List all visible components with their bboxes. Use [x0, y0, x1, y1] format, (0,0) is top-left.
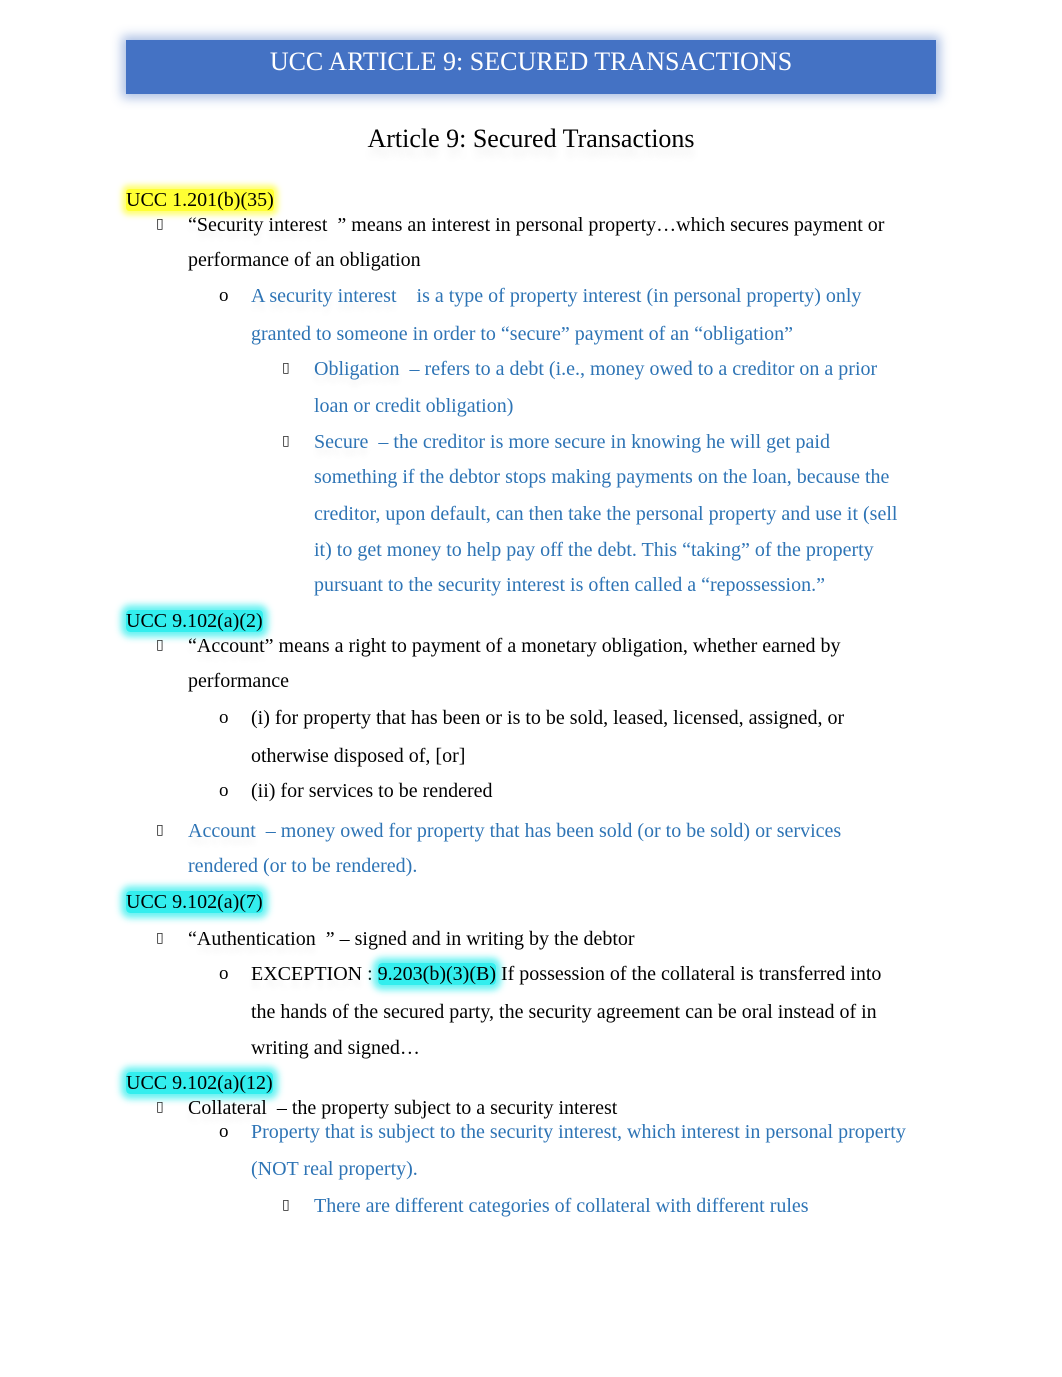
explanation-text: (NOT real property).: [251, 1158, 418, 1180]
o-bullet-icon: o: [219, 963, 229, 984]
definition-text: “Account” means a right to payment of a …: [188, 635, 841, 657]
exception-text: writing and signed…: [251, 1037, 420, 1059]
definition-text: performance: [188, 670, 290, 692]
definition-text: “Security interest ” means an interest i…: [188, 214, 885, 236]
square-bullet-icon: ▯: [282, 1197, 290, 1213]
explanation-text: There are different categories of collat…: [314, 1195, 809, 1217]
explanation-text: A security interest is a type of propert…: [251, 285, 862, 307]
section-heading: UCC 9.102(a)(2): [126, 610, 263, 632]
square-bullet-icon: ▯: [282, 360, 290, 376]
exception-text: EXCEPTION : 9.203(b)(3)(B) If possession…: [251, 963, 882, 985]
square-bullet-icon: ▯: [156, 216, 164, 232]
explanation-text: creditor, upon default, can then take th…: [314, 503, 898, 525]
explanation-text: rendered (or to be rendered).: [188, 855, 418, 877]
explanation-text: Account – money owed for property that h…: [188, 820, 842, 842]
page-subtitle: Article 9: Secured Transactions: [367, 124, 695, 153]
square-bullet-icon: ▯: [282, 433, 290, 449]
explanation-text: something if the debtor stops making pay…: [314, 466, 890, 488]
definition-text: “Authentication ” – signed and in writin…: [188, 928, 635, 950]
explanation-text: loan or credit obligation): [314, 395, 514, 417]
o-bullet-icon: o: [219, 1121, 229, 1142]
square-bullet-icon: ▯: [156, 930, 164, 946]
square-bullet-icon: ▯: [156, 822, 164, 838]
code-reference: 9.203(b)(3)(B): [377, 963, 496, 985]
square-bullet-icon: ▯: [156, 637, 164, 653]
section-heading: UCC 9.102(a)(7): [126, 891, 263, 913]
explanation-text: it) to get money to help pay off the deb…: [314, 539, 874, 561]
explanation-text: Obligation – refers to a debt (i.e., mon…: [314, 358, 878, 380]
section-heading: UCC 9.102(a)(12): [126, 1072, 273, 1094]
explanation-text: Secure – the creditor is more secure in …: [314, 431, 830, 453]
o-bullet-icon: o: [219, 780, 229, 801]
exception-text: the hands of the secured party, the secu…: [251, 1001, 877, 1023]
explanation-text: granted to someone in order to “secure” …: [251, 323, 794, 345]
o-bullet-icon: o: [219, 285, 229, 306]
definition-text: Collateral – the property subject to a s…: [188, 1097, 618, 1119]
explanation-text: Property that is subject to the security…: [251, 1121, 906, 1143]
title-banner: UCC ARTICLE 9: SECURED TRANSACTIONS: [126, 40, 936, 94]
banner-title: UCC ARTICLE 9: SECURED TRANSACTIONS: [269, 47, 793, 76]
square-bullet-icon: ▯: [156, 1099, 164, 1115]
definition-text: otherwise disposed of, [or]: [251, 745, 466, 767]
definition-text: (ii) for services to be rendered: [251, 780, 493, 802]
definition-text: (i) for property that has been or is to …: [251, 707, 845, 729]
explanation-text: pursuant to the security interest is oft…: [314, 574, 825, 596]
definition-text: performance of an obligation: [188, 249, 421, 271]
section-heading: UCC 1.201(b)(35): [126, 189, 274, 211]
o-bullet-icon: o: [219, 707, 229, 728]
